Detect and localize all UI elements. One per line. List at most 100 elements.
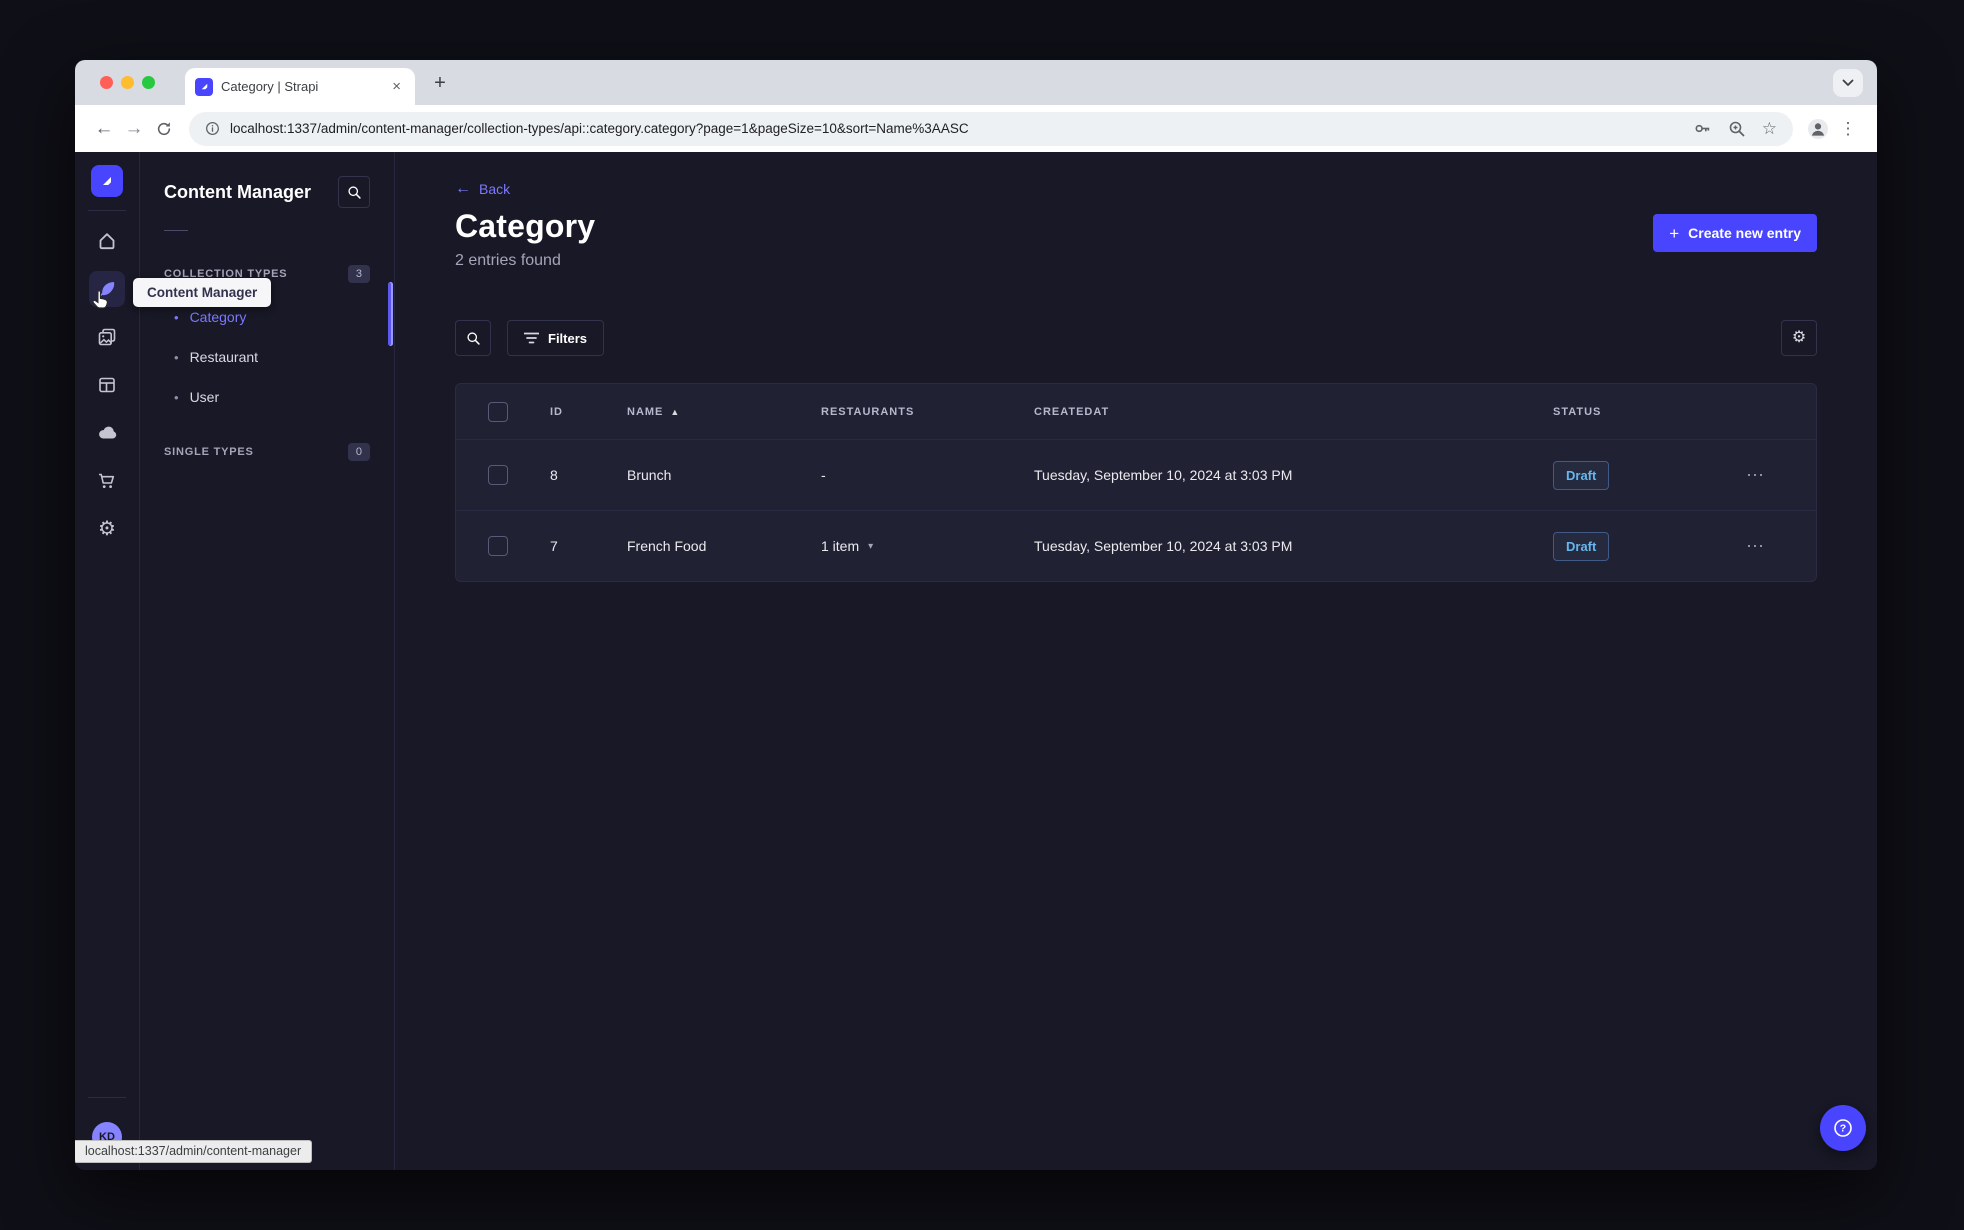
single-types-count-badge: 0	[347, 443, 370, 461]
subnav-search-button[interactable]	[338, 176, 370, 208]
status-badge: Draft	[1553, 460, 1610, 490]
browser-back-button[interactable]: ←	[89, 114, 119, 144]
minimize-window-button[interactable]	[121, 76, 134, 89]
zoom-icon[interactable]	[1728, 120, 1746, 138]
bullet-icon: •	[174, 389, 179, 405]
subnav-item-label: User	[189, 389, 220, 405]
bullet-icon: •	[174, 349, 179, 365]
rail-divider	[88, 210, 126, 211]
create-new-entry-button[interactable]: + Create new entry	[1653, 214, 1817, 252]
search-icon	[347, 185, 361, 199]
browser-window: Category | Strapi × + ← → localhost:1337…	[75, 60, 1877, 1170]
column-header-name[interactable]: NAME ▲	[627, 406, 821, 418]
column-header-createdat[interactable]: CREATEDAT	[1034, 406, 1553, 418]
strapi-favicon-icon	[195, 77, 213, 96]
fullscreen-window-button[interactable]	[142, 76, 155, 89]
site-info-icon[interactable]	[205, 121, 220, 136]
browser-reload-button[interactable]	[149, 114, 179, 144]
media-library-icon	[98, 328, 116, 346]
browser-profile-icon[interactable]	[1803, 114, 1833, 144]
content-type-builder-icon	[99, 377, 115, 393]
new-tab-button[interactable]: +	[427, 70, 453, 96]
table-search-button[interactable]	[455, 320, 491, 356]
question-icon: ?	[1834, 1119, 1852, 1137]
browser-forward-button[interactable]: →	[119, 114, 149, 144]
macos-traffic-lights	[100, 76, 155, 89]
table-row[interactable]: 7 French Food 1 item ▾ Tuesday, Septembe…	[456, 510, 1816, 581]
sidebar-item-settings[interactable]: ⚙	[89, 511, 125, 547]
browser-tab[interactable]: Category | Strapi ×	[185, 68, 415, 105]
tab-search-chevron-button[interactable]	[1833, 69, 1863, 97]
single-types-section: SINGLE TYPES 0	[164, 443, 370, 461]
subnav-item-restaurant[interactable]: • Restaurant	[164, 337, 370, 377]
subnav-scrollbar-thumb[interactable]	[388, 282, 393, 346]
bullet-icon: •	[174, 309, 179, 325]
single-types-label: SINGLE TYPES	[164, 446, 254, 458]
collection-types-count-badge: 3	[347, 265, 370, 283]
table-row[interactable]: 8 Brunch - Tuesday, September 10, 2024 a…	[456, 439, 1816, 510]
gear-icon: ⚙	[98, 518, 116, 540]
browser-tab-strip: Category | Strapi × +	[75, 60, 1877, 105]
subnav-item-label: Restaurant	[189, 349, 259, 365]
page-header: ← Back Category 2 entries found	[455, 180, 595, 270]
gear-icon: ⚙	[1791, 329, 1807, 346]
column-header-status[interactable]: STATUS	[1553, 406, 1746, 418]
row-actions-menu-icon[interactable]: ⋯	[1746, 537, 1765, 555]
close-window-button[interactable]	[100, 76, 113, 89]
content-manager-tooltip: Content Manager	[133, 278, 272, 307]
filters-button[interactable]: Filters	[507, 320, 605, 356]
row-actions-menu-icon[interactable]: ⋯	[1746, 466, 1765, 484]
search-icon	[466, 331, 480, 345]
sidebar-item-media-library[interactable]	[89, 319, 125, 355]
sidebar-item-marketplace[interactable]	[89, 463, 125, 499]
url-bar-actions: ☆	[1693, 119, 1777, 138]
back-link[interactable]: ← Back	[455, 180, 511, 198]
cell-name: French Food	[627, 538, 707, 554]
cell-id: 7	[550, 538, 558, 554]
sidebar-item-content-type-builder[interactable]	[89, 367, 125, 403]
status-bar-link: localhost:1337/admin/content-manager	[75, 1140, 313, 1163]
entries-count: 2 entries found	[455, 252, 561, 269]
subnav-item-label: Category	[189, 309, 247, 325]
password-key-icon[interactable]	[1693, 119, 1712, 138]
filters-label: Filters	[548, 330, 588, 346]
cell-name: Brunch	[627, 467, 672, 483]
sidebar-item-home[interactable]	[89, 223, 125, 259]
home-icon	[99, 233, 115, 250]
shopping-cart-icon	[99, 473, 115, 488]
tab-title: Category | Strapi	[221, 79, 319, 94]
strapi-logo[interactable]	[91, 165, 123, 197]
url-text[interactable]: localhost:1337/admin/content-manager/col…	[230, 121, 1683, 136]
tab-close-icon[interactable]: ×	[388, 77, 405, 96]
back-label: Back	[479, 181, 511, 197]
subnav-title: Content Manager	[164, 181, 312, 202]
filter-icon	[524, 332, 539, 344]
url-bar[interactable]: localhost:1337/admin/content-manager/col…	[189, 111, 1793, 146]
sidebar-item-cloud[interactable]	[89, 415, 125, 451]
hand-cursor-icon	[91, 289, 112, 312]
table-settings-button[interactable]: ⚙	[1781, 320, 1817, 356]
strapi-admin-app: ⚙ KD Content Manager COLLECTION TYPES 3	[75, 152, 1877, 1170]
cell-createdat: Tuesday, September 10, 2024 at 3:03 PM	[1034, 467, 1293, 483]
bookmark-star-icon[interactable]: ☆	[1762, 120, 1777, 137]
back-arrow-icon: ←	[455, 180, 471, 197]
column-header-restaurants[interactable]: RESTAURANTS	[821, 406, 1034, 418]
row-checkbox[interactable]	[488, 465, 508, 485]
chevron-down-icon: ▾	[868, 540, 874, 552]
question-glyph: ?	[1840, 1123, 1846, 1135]
cell-restaurants[interactable]: 1 item ▾	[821, 538, 1034, 554]
subnav-item-user[interactable]: • User	[164, 377, 370, 417]
row-checkbox[interactable]	[488, 536, 508, 556]
subnav-divider	[164, 230, 188, 231]
page-title: Category	[455, 208, 596, 244]
select-all-checkbox[interactable]	[488, 401, 508, 422]
help-button[interactable]: ?	[1820, 1105, 1866, 1151]
main-content: ← Back Category 2 entries found + Create…	[395, 152, 1877, 1170]
entries-table: ID NAME ▲ RESTAURANTS CREATEDAT STATUS 8…	[455, 383, 1817, 582]
browser-menu-icon[interactable]: ⋮	[1833, 114, 1863, 144]
cell-restaurants: -	[821, 467, 826, 483]
column-header-id[interactable]: ID	[550, 406, 627, 418]
cloud-icon	[99, 426, 117, 439]
sort-ascending-icon: ▲	[670, 406, 681, 417]
browser-toolbar: ← → localhost:1337/admin/content-manager…	[75, 105, 1877, 152]
